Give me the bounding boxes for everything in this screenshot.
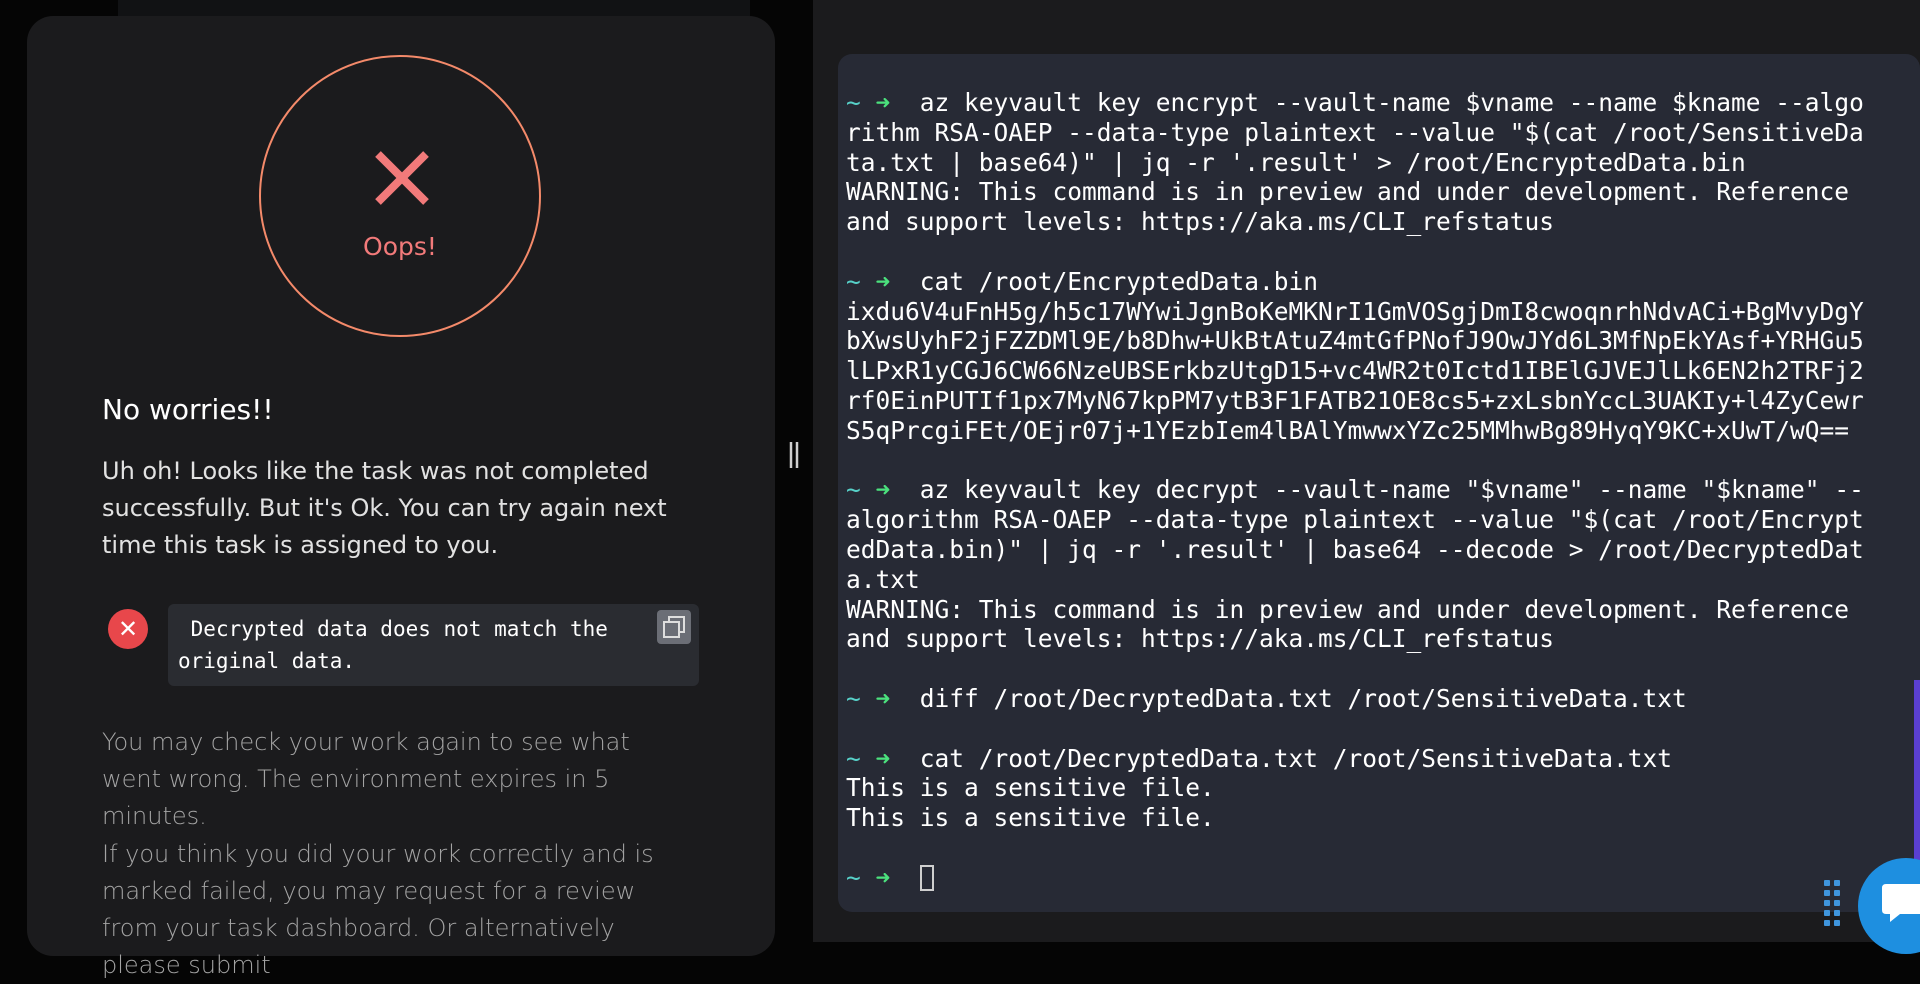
grip-dots-icon xyxy=(1824,880,1840,926)
terminal-command-line: ~ ➜ cat /root/EncryptedData.bin xyxy=(846,266,1319,296)
result-message: Uh oh! Looks like the task was not compl… xyxy=(102,457,667,559)
drag-handle-icon xyxy=(789,442,799,468)
terminal-line: ixdu6V4uFnH5g/h5c17WYwiJgnBoKeMKNrI1GmVO… xyxy=(846,296,1864,326)
terminal-command-line: ~ ➜ diff /root/DecryptedData.txt /root/S… xyxy=(846,683,1687,713)
terminal-line: and support levels: https://aka.ms/CLI_r… xyxy=(846,624,1555,654)
terminal-line: This is a sensitive file. xyxy=(846,803,1215,833)
terminal-line: S5qPrcgiFEt/OEjr07j+1YEzbIem4lBAlYmwwxYZ… xyxy=(846,415,1850,445)
status-label: Oops! xyxy=(363,232,437,261)
result-heading: No worries!! xyxy=(102,393,274,426)
error-text: Decrypted data does not match the origin… xyxy=(178,617,608,673)
terminal-line: WARNING: This command is in preview and … xyxy=(846,177,1850,207)
terminal-line: WARNING: This command is in preview and … xyxy=(846,594,1850,624)
top-bar-left xyxy=(118,0,750,16)
terminal-line: This is a sensitive file. xyxy=(846,773,1215,803)
terminal-line: and support levels: https://aka.ms/CLI_r… xyxy=(846,207,1555,237)
terminal-line: edData.bin)" | jq -r '.result' | base64 … xyxy=(846,534,1864,564)
terminal-line: ta.txt | base64)" | jq -r '.result' > /r… xyxy=(846,147,1746,177)
terminal-command-line: ~ ➜ az keyvault key encrypt --vault-name… xyxy=(846,88,1864,117)
terminal-line: lLPxR1yCGJ6CW66NzeUBSErkbzUtgD15+vc4WR2t… xyxy=(846,356,1864,386)
terminal-line: bXwsUyhF2jFZZDMl9E/b8Dhw+UkBtAtuZ4mtGfPN… xyxy=(846,326,1864,356)
terminal-command-line: ~ ➜ cat /root/DecryptedData.txt /root/Se… xyxy=(846,743,1673,773)
terminal-line: rf0EinPUTIf1px7MyN67kpPM7ytB3F1FATB21OE8… xyxy=(846,385,1864,415)
terminal[interactable]: ~ ➜ az keyvault key encrypt --vault-name… xyxy=(838,54,1920,912)
terminal-line: rithm RSA-OAEP --data-type plaintext --v… xyxy=(846,117,1864,147)
copy-button[interactable] xyxy=(657,610,691,644)
review-message: If you think you did your work correctly… xyxy=(102,840,654,979)
terminal-line: a.txt xyxy=(846,564,920,594)
drag-grip[interactable] xyxy=(1822,878,1842,930)
close-icon xyxy=(375,151,429,205)
copy-icon xyxy=(663,616,685,638)
terminal-command-line: ~ ➜ az keyvault key decrypt --vault-name… xyxy=(846,475,1864,505)
panel-divider-handle[interactable] xyxy=(787,440,801,470)
chat-bubble-icon xyxy=(1882,884,1920,922)
terminal-input-line[interactable]: ~ ➜ xyxy=(846,863,1880,893)
error-icon: ✕ xyxy=(108,609,148,649)
terminal-cursor xyxy=(919,864,934,891)
error-message-box: Decrypted data does not match the origin… xyxy=(168,604,699,686)
terminal-line: algorithm RSA-OAEP --data-type plaintext… xyxy=(846,505,1864,535)
scrollbar[interactable] xyxy=(1914,680,1920,860)
check-message: You may check your work again to see wha… xyxy=(102,728,630,830)
